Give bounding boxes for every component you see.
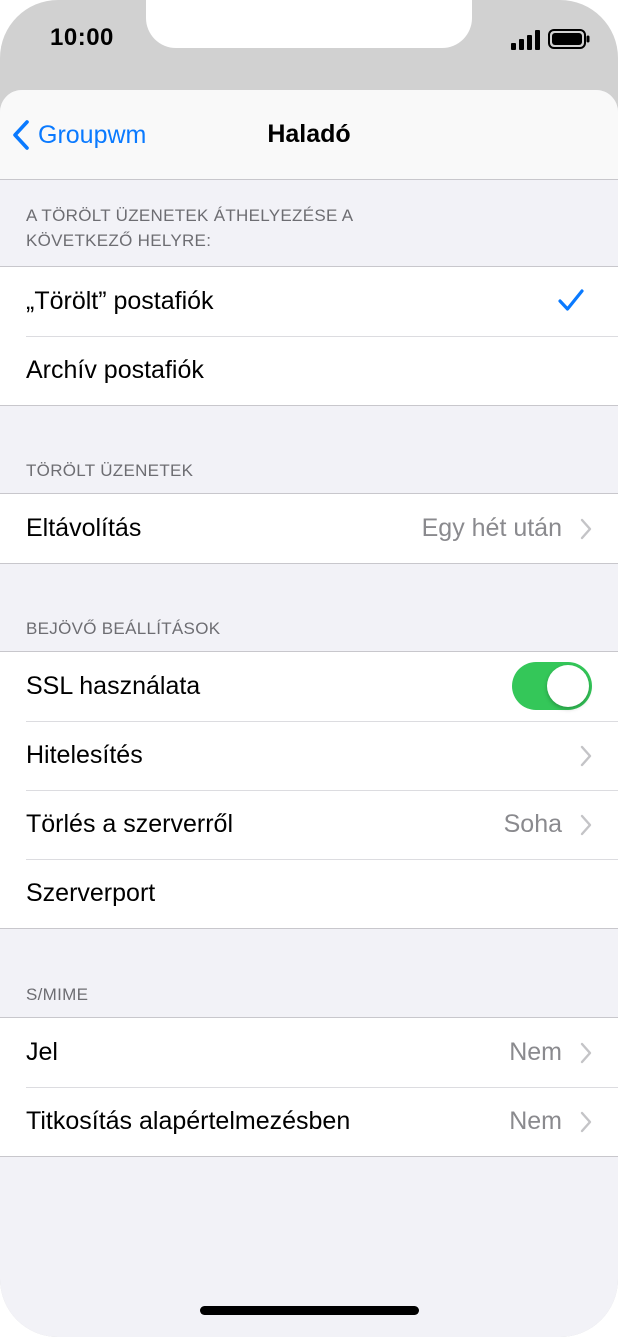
option-archive-mailbox[interactable]: Archív postafiók	[0, 336, 618, 405]
move-deleted-group: „Törölt” postafiók Archív postafiók	[0, 266, 618, 406]
section-header-line: A TÖRÖLT ÜZENETEK ÁTHELYEZÉSE A	[26, 206, 354, 225]
section-header-smime: S/MIME	[26, 985, 89, 1004]
option-label: „Törölt” postafiók	[26, 287, 214, 315]
remove-label: Eltávolítás	[26, 514, 142, 542]
encrypt-label: Titkosítás alapértelmezésben	[26, 1107, 351, 1135]
section-header-incoming: BEJÖVŐ BEÁLLÍTÁSOK	[26, 619, 221, 638]
delete-from-server-row[interactable]: Törlés a szerverről Soha	[0, 790, 618, 859]
sign-value: Nem	[509, 1038, 562, 1066]
deleted-messages-group: Eltávolítás Egy hét után	[0, 493, 618, 564]
checkmark-icon	[558, 289, 584, 311]
encrypt-by-default-row[interactable]: Titkosítás alapértelmezésben Nem	[0, 1087, 618, 1156]
delete-from-server-label: Törlés a szerverről	[26, 810, 233, 838]
remove-value: Egy hét után	[421, 514, 562, 542]
status-bar: 10:00	[0, 0, 618, 90]
server-port-label: Szerverport	[26, 879, 156, 907]
toggle-knob	[547, 665, 589, 707]
section-header-move-deleted: A TÖRÖLT ÜZENETEK ÁTHELYEZÉSE A KÖVETKEZ…	[26, 203, 353, 253]
chevron-right-icon	[580, 518, 592, 540]
option-label: Archív postafiók	[26, 356, 204, 384]
home-indicator[interactable]	[200, 1306, 419, 1315]
delete-from-server-value: Soha	[503, 810, 562, 838]
ssl-label: SSL használata	[26, 672, 201, 700]
section-header-deleted-messages: TÖRÖLT ÜZENETEK	[26, 461, 194, 480]
status-time: 10:00	[50, 24, 114, 51]
signal-icon	[511, 30, 540, 50]
navigation-bar: Groupwm Haladó	[0, 90, 618, 180]
section-header-line: KÖVETKEZŐ HELYRE:	[26, 231, 212, 250]
chevron-right-icon	[580, 814, 592, 836]
chevron-right-icon	[580, 1042, 592, 1064]
page-title: Haladó	[267, 120, 351, 148]
battery-icon	[548, 29, 590, 49]
ssl-toggle[interactable]	[512, 662, 592, 710]
notch	[146, 0, 472, 48]
server-port-row[interactable]: Szerverport	[0, 859, 618, 928]
sign-label: Jel	[26, 1038, 58, 1066]
chevron-right-icon	[580, 1111, 592, 1133]
ssl-row: SSL használata	[0, 652, 618, 721]
smime-group: Jel Nem Titkosítás alapértelmezésben Nem	[0, 1017, 618, 1157]
settings-sheet: Groupwm Haladó A TÖRÖLT ÜZENETEK ÁTHELYE…	[0, 90, 618, 1337]
sign-row[interactable]: Jel Nem	[0, 1018, 618, 1087]
phone-screen: 10:00 Groupwm Haladó A TÖRÖLT ÜZENETEK Á…	[0, 0, 618, 1337]
chevron-right-icon	[580, 745, 592, 767]
authentication-label: Hitelesítés	[26, 741, 143, 769]
incoming-settings-group: SSL használata Hitelesítés Törlés a szer…	[0, 651, 618, 929]
authentication-row[interactable]: Hitelesítés	[0, 721, 618, 790]
option-deleted-mailbox[interactable]: „Törölt” postafiók	[0, 267, 618, 336]
encrypt-value: Nem	[509, 1107, 562, 1135]
remove-row[interactable]: Eltávolítás Egy hét után	[0, 494, 618, 563]
